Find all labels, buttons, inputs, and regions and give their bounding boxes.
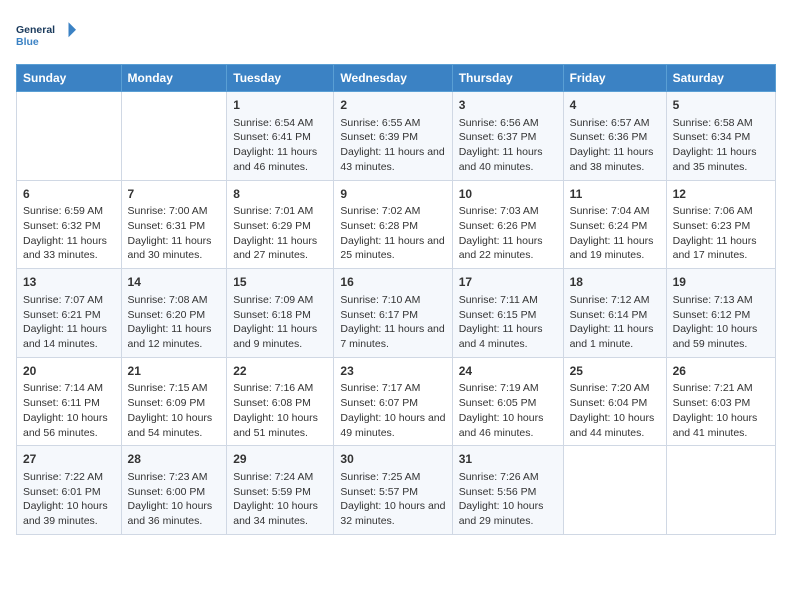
day-number: 16	[340, 274, 445, 291]
calendar-cell: 19Sunrise: 7:13 AMSunset: 6:12 PMDayligh…	[666, 269, 775, 358]
day-number: 7	[128, 186, 221, 203]
calendar-cell: 11Sunrise: 7:04 AMSunset: 6:24 PMDayligh…	[563, 180, 666, 269]
calendar-cell: 28Sunrise: 7:23 AMSunset: 6:00 PMDayligh…	[121, 446, 227, 535]
calendar-cell: 23Sunrise: 7:17 AMSunset: 6:07 PMDayligh…	[334, 357, 452, 446]
calendar-cell: 5Sunrise: 6:58 AMSunset: 6:34 PMDaylight…	[666, 92, 775, 181]
calendar-cell	[121, 92, 227, 181]
day-number: 27	[23, 451, 115, 468]
day-number: 10	[459, 186, 557, 203]
calendar-cell: 27Sunrise: 7:22 AMSunset: 6:01 PMDayligh…	[17, 446, 122, 535]
day-header-wednesday: Wednesday	[334, 65, 452, 92]
day-header-tuesday: Tuesday	[227, 65, 334, 92]
calendar-cell: 8Sunrise: 7:01 AMSunset: 6:29 PMDaylight…	[227, 180, 334, 269]
calendar-cell: 13Sunrise: 7:07 AMSunset: 6:21 PMDayligh…	[17, 269, 122, 358]
calendar-cell: 20Sunrise: 7:14 AMSunset: 6:11 PMDayligh…	[17, 357, 122, 446]
day-number: 11	[570, 186, 660, 203]
svg-text:Blue: Blue	[16, 36, 39, 48]
calendar-cell: 30Sunrise: 7:25 AMSunset: 5:57 PMDayligh…	[334, 446, 452, 535]
day-number: 23	[340, 363, 445, 380]
day-header-monday: Monday	[121, 65, 227, 92]
day-number: 17	[459, 274, 557, 291]
calendar-cell: 10Sunrise: 7:03 AMSunset: 6:26 PMDayligh…	[452, 180, 563, 269]
day-number: 18	[570, 274, 660, 291]
day-number: 3	[459, 97, 557, 114]
page-header: General Blue	[16, 16, 776, 54]
day-number: 30	[340, 451, 445, 468]
calendar-cell	[666, 446, 775, 535]
day-number: 13	[23, 274, 115, 291]
calendar-week-row: 20Sunrise: 7:14 AMSunset: 6:11 PMDayligh…	[17, 357, 776, 446]
day-number: 24	[459, 363, 557, 380]
day-number: 31	[459, 451, 557, 468]
calendar-week-row: 6Sunrise: 6:59 AMSunset: 6:32 PMDaylight…	[17, 180, 776, 269]
calendar-cell: 29Sunrise: 7:24 AMSunset: 5:59 PMDayligh…	[227, 446, 334, 535]
calendar-cell: 21Sunrise: 7:15 AMSunset: 6:09 PMDayligh…	[121, 357, 227, 446]
calendar-cell: 3Sunrise: 6:56 AMSunset: 6:37 PMDaylight…	[452, 92, 563, 181]
day-number: 6	[23, 186, 115, 203]
day-header-saturday: Saturday	[666, 65, 775, 92]
calendar-cell: 4Sunrise: 6:57 AMSunset: 6:36 PMDaylight…	[563, 92, 666, 181]
logo-svg: General Blue	[16, 16, 76, 54]
day-number: 22	[233, 363, 327, 380]
calendar-cell: 31Sunrise: 7:26 AMSunset: 5:56 PMDayligh…	[452, 446, 563, 535]
calendar-week-row: 27Sunrise: 7:22 AMSunset: 6:01 PMDayligh…	[17, 446, 776, 535]
calendar-cell: 22Sunrise: 7:16 AMSunset: 6:08 PMDayligh…	[227, 357, 334, 446]
calendar-cell: 2Sunrise: 6:55 AMSunset: 6:39 PMDaylight…	[334, 92, 452, 181]
day-number: 28	[128, 451, 221, 468]
calendar-cell: 24Sunrise: 7:19 AMSunset: 6:05 PMDayligh…	[452, 357, 563, 446]
day-number: 20	[23, 363, 115, 380]
calendar-cell: 15Sunrise: 7:09 AMSunset: 6:18 PMDayligh…	[227, 269, 334, 358]
calendar-cell: 14Sunrise: 7:08 AMSunset: 6:20 PMDayligh…	[121, 269, 227, 358]
calendar-cell: 17Sunrise: 7:11 AMSunset: 6:15 PMDayligh…	[452, 269, 563, 358]
calendar-cell	[17, 92, 122, 181]
calendar-cell: 6Sunrise: 6:59 AMSunset: 6:32 PMDaylight…	[17, 180, 122, 269]
calendar-cell: 9Sunrise: 7:02 AMSunset: 6:28 PMDaylight…	[334, 180, 452, 269]
day-header-friday: Friday	[563, 65, 666, 92]
day-number: 2	[340, 97, 445, 114]
calendar-cell	[563, 446, 666, 535]
calendar-header: SundayMondayTuesdayWednesdayThursdayFrid…	[17, 65, 776, 92]
logo: General Blue	[16, 16, 76, 54]
calendar-cell: 12Sunrise: 7:06 AMSunset: 6:23 PMDayligh…	[666, 180, 775, 269]
day-number: 21	[128, 363, 221, 380]
day-number: 8	[233, 186, 327, 203]
day-number: 9	[340, 186, 445, 203]
day-number: 12	[673, 186, 769, 203]
day-number: 25	[570, 363, 660, 380]
calendar-cell: 18Sunrise: 7:12 AMSunset: 6:14 PMDayligh…	[563, 269, 666, 358]
calendar-table: SundayMondayTuesdayWednesdayThursdayFrid…	[16, 64, 776, 535]
day-header-sunday: Sunday	[17, 65, 122, 92]
calendar-cell: 25Sunrise: 7:20 AMSunset: 6:04 PMDayligh…	[563, 357, 666, 446]
day-number: 26	[673, 363, 769, 380]
calendar-week-row: 13Sunrise: 7:07 AMSunset: 6:21 PMDayligh…	[17, 269, 776, 358]
calendar-cell: 1Sunrise: 6:54 AMSunset: 6:41 PMDaylight…	[227, 92, 334, 181]
svg-text:General: General	[16, 24, 55, 36]
calendar-cell: 7Sunrise: 7:00 AMSunset: 6:31 PMDaylight…	[121, 180, 227, 269]
calendar-week-row: 1Sunrise: 6:54 AMSunset: 6:41 PMDaylight…	[17, 92, 776, 181]
day-number: 14	[128, 274, 221, 291]
day-number: 4	[570, 97, 660, 114]
calendar-cell: 26Sunrise: 7:21 AMSunset: 6:03 PMDayligh…	[666, 357, 775, 446]
day-number: 29	[233, 451, 327, 468]
calendar-cell: 16Sunrise: 7:10 AMSunset: 6:17 PMDayligh…	[334, 269, 452, 358]
day-number: 5	[673, 97, 769, 114]
day-header-thursday: Thursday	[452, 65, 563, 92]
day-number: 1	[233, 97, 327, 114]
day-number: 19	[673, 274, 769, 291]
day-number: 15	[233, 274, 327, 291]
